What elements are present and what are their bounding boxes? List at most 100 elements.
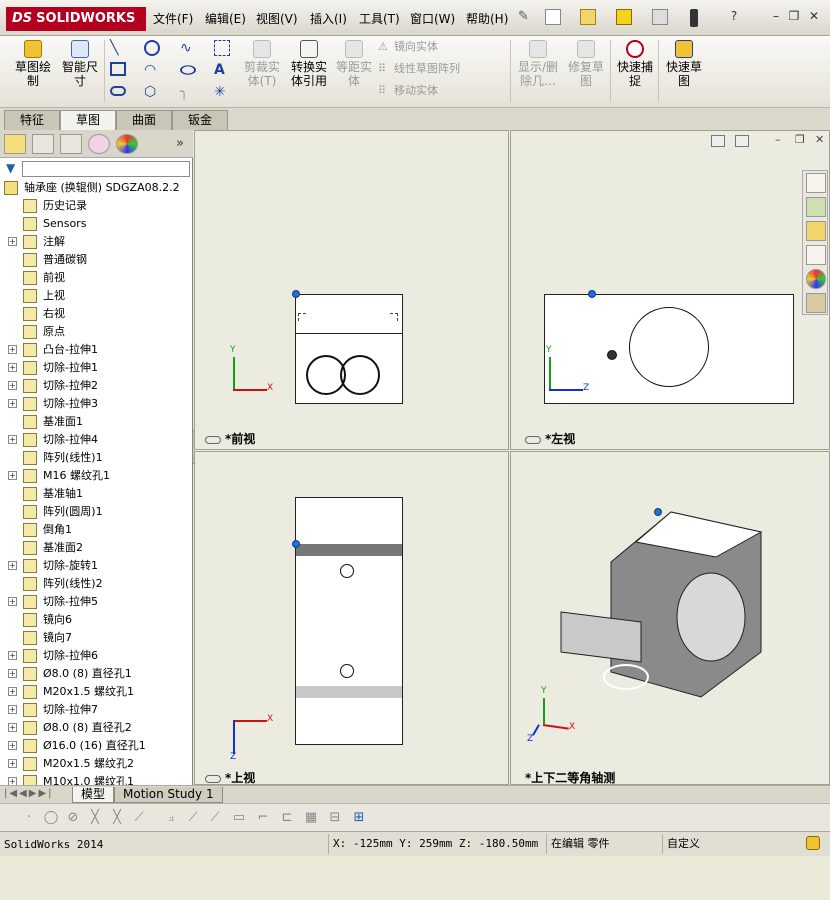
close-icon[interactable]: ✕ (806, 8, 822, 24)
offset-entities-button[interactable]: 等距实 体 (334, 40, 374, 88)
solidworks-logo[interactable]: DS SOLIDWORKS (6, 7, 146, 31)
window-tile-icon[interactable] (711, 135, 725, 147)
expand-icon[interactable]: + (8, 759, 17, 768)
tree-item[interactable]: + Ø16.0 (16) 直径孔1 (0, 737, 193, 755)
circle-tool-icon[interactable]: ◯ (42, 809, 60, 827)
view-palette-icon[interactable] (806, 245, 826, 265)
rebuild-warning-icon[interactable] (616, 9, 632, 25)
top-view-viewport[interactable]: X Z *上视 (194, 451, 509, 785)
show-delete-relations-button[interactable]: 显示/删 除几… (514, 40, 562, 88)
menu-window[interactable]: 窗口(W) (410, 10, 455, 28)
tab-surfaces[interactable]: 曲面 (116, 110, 172, 130)
top-view-part[interactable] (295, 497, 403, 745)
status-edit-icon[interactable] (806, 836, 820, 850)
minimize-view-icon[interactable]: – (775, 133, 781, 146)
new-document-icon[interactable] (545, 9, 561, 25)
tree-item[interactable]: 阵列(圆周)1 (0, 503, 193, 521)
circular-array-tool-icon[interactable]: ⊟ (326, 809, 344, 827)
arc-icon[interactable]: ◠ (144, 62, 160, 78)
restore-icon[interactable]: ❐ (786, 8, 802, 24)
status-units[interactable]: 自定义 (662, 834, 762, 854)
expand-icon[interactable]: + (8, 471, 17, 480)
tree-item[interactable]: + Ø8.0 (8) 直径孔2 (0, 719, 193, 737)
expand-icon[interactable]: + (8, 345, 17, 354)
filter-icon[interactable]: ▼ (6, 162, 18, 174)
property-manager-icon[interactable] (32, 134, 54, 154)
tree-item[interactable]: + 切除-拉伸3 (0, 395, 193, 413)
tree-item[interactable]: + 切除-拉伸1 (0, 359, 193, 377)
linear-pattern-button[interactable]: ⠿ 线性草图阵列 (378, 62, 508, 76)
quick-snaps-button[interactable]: 快速捕 捉 (614, 40, 656, 88)
isometric-part[interactable] (551, 502, 791, 702)
chamfer-tool-icon[interactable]: ⊘ (64, 809, 82, 827)
menu-help[interactable]: 帮助(H) (466, 10, 508, 28)
tree-item[interactable]: 历史记录 (0, 197, 193, 215)
expand-icon[interactable]: + (8, 363, 17, 372)
expand-icon[interactable]: + (8, 237, 17, 246)
configuration-manager-icon[interactable] (60, 134, 82, 154)
point-icon[interactable]: ✳ (214, 84, 230, 100)
trim-entities-button[interactable]: 剪裁实 体(T) (240, 40, 284, 88)
print-icon[interactable] (652, 9, 668, 25)
menu-file[interactable]: 文件(F) (153, 10, 193, 28)
spline-icon[interactable]: ∿ (180, 40, 196, 56)
sketch-button[interactable]: 草图绘 制 (10, 40, 56, 88)
tree-item[interactable]: 基准面2 (0, 539, 193, 557)
origin-point[interactable] (654, 508, 662, 516)
slot-icon[interactable] (110, 86, 126, 96)
graphics-area[interactable]: 6∞ Y X *前视 – ❐ ✕ (194, 130, 830, 785)
window-tile-icon[interactable] (735, 135, 749, 147)
feature-filter-input[interactable] (22, 161, 190, 177)
expand-icon[interactable]: + (8, 669, 17, 678)
isometric-view-viewport[interactable]: Y X Z *上下二等角轴测 (510, 451, 830, 785)
move-tool-icon[interactable]: ▭ (230, 809, 248, 827)
line-icon[interactable]: ╲ (110, 40, 126, 56)
menu-edit[interactable]: 编辑(E) (205, 10, 246, 28)
tree-item[interactable]: + 切除-旋转1 (0, 557, 193, 575)
display-manager-icon[interactable] (116, 134, 138, 154)
split-tool-icon[interactable]: ⊞ (350, 809, 368, 827)
expand-icon[interactable]: + (8, 435, 17, 444)
mirror-tool-icon[interactable]: ⟓ (162, 809, 180, 827)
tree-item[interactable]: + M20x1.5 螺纹孔2 (0, 755, 193, 773)
tab-sheet-metal[interactable]: 钣金 (172, 110, 228, 130)
tree-item[interactable]: + 切除-拉伸2 (0, 377, 193, 395)
restore-view-icon[interactable]: ❐ (795, 133, 805, 146)
tree-item[interactable]: + 凸台-拉伸1 (0, 341, 193, 359)
custom-properties-icon[interactable] (806, 293, 826, 313)
repair-sketch-button[interactable]: 修复草 图 (564, 40, 608, 88)
tree-item[interactable]: 上视 (0, 287, 193, 305)
tree-item[interactable]: 镜向7 (0, 629, 193, 647)
expand-icon[interactable]: + (8, 705, 17, 714)
rectangle-icon[interactable] (110, 62, 126, 76)
tree-item[interactable]: 原点 (0, 323, 193, 341)
mirror-entities-button[interactable]: ⚠ 镜向实体 (378, 40, 508, 54)
tab-scroll-arrows[interactable]: |◀◀▶▶| (4, 788, 68, 802)
close-view-icon[interactable]: ✕ (815, 133, 824, 146)
open-folder-icon[interactable] (580, 9, 596, 25)
menu-tools[interactable]: 工具(T) (359, 10, 400, 28)
file-explorer-icon[interactable] (806, 221, 826, 241)
tree-item[interactable]: 倒角1 (0, 521, 193, 539)
tab-model[interactable]: 模型 (72, 787, 115, 803)
origin-point[interactable] (292, 540, 300, 548)
front-view-viewport[interactable]: Y X *前视 (194, 130, 509, 450)
expand-icon[interactable]: + (8, 651, 17, 660)
text-icon[interactable]: A (214, 62, 230, 78)
tree-item[interactable]: 阵列(线性)2 (0, 575, 193, 593)
ellipse-icon[interactable] (180, 65, 196, 75)
expand-icon[interactable]: + (8, 399, 17, 408)
tree-item[interactable]: + 切除-拉伸7 (0, 701, 193, 719)
tree-item[interactable]: Sensors (0, 215, 193, 233)
construction-icon[interactable] (214, 40, 230, 56)
expand-icon[interactable]: + (8, 741, 17, 750)
origin-point[interactable] (588, 290, 596, 298)
tab-sketch[interactable]: 草图 (60, 110, 116, 130)
expand-icon[interactable]: + (8, 597, 17, 606)
tree-item[interactable]: + 切除-拉伸5 (0, 593, 193, 611)
menu-view[interactable]: 视图(V) (256, 10, 298, 28)
help-icon[interactable]: ? (726, 8, 742, 24)
tree-item[interactable]: 基准轴1 (0, 485, 193, 503)
expand-icon[interactable]: + (8, 561, 17, 570)
minimize-icon[interactable]: – (768, 8, 784, 24)
